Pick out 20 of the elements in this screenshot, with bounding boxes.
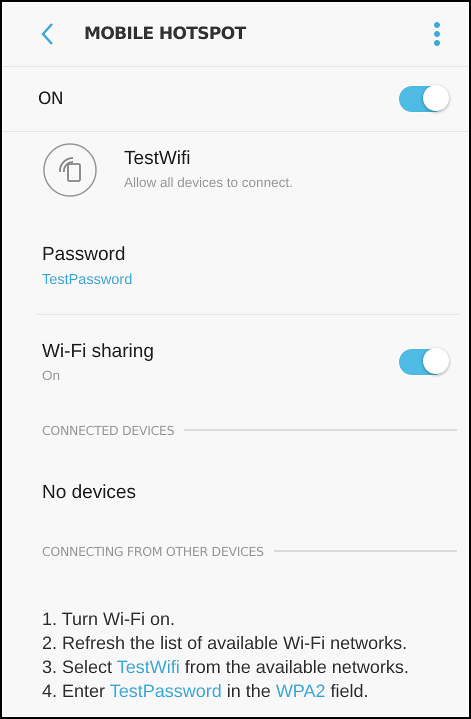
wifi-sharing-switch[interactable] bbox=[399, 349, 447, 375]
instruction-step: 1. Turn Wi-Fi on. bbox=[42, 607, 469, 631]
password-value: TestPassword bbox=[42, 272, 134, 288]
network-subtitle: Allow all devices to connect. bbox=[124, 175, 293, 190]
section-heading: CONNECTING FROM OTHER DEVICES bbox=[42, 544, 264, 558]
network-name: TestWifi bbox=[124, 148, 192, 170]
screen-title: MOBILE HOTSPOT bbox=[84, 24, 248, 44]
wifi-sharing-label: Wi-Fi sharing bbox=[42, 341, 154, 363]
master-switch[interactable] bbox=[399, 86, 447, 112]
instruction-step: 2. Refresh the list of available Wi-Fi networks. bbox=[42, 631, 469, 655]
instruction-step: 4. Enter TestPassword in the WPA2 field. bbox=[42, 679, 469, 703]
password-label: Password bbox=[42, 244, 126, 266]
hotspot-icon bbox=[42, 142, 98, 198]
no-devices-text: No devices bbox=[42, 482, 136, 504]
more-options-icon[interactable] bbox=[433, 21, 441, 47]
wifi-sharing-status: On bbox=[42, 368, 62, 383]
master-switch-label: ON bbox=[38, 89, 64, 109]
instruction-step: 3. Select TestWifi from the available networks. bbox=[42, 655, 469, 679]
section-heading: CONNECTED DEVICES bbox=[42, 422, 174, 438]
back-icon[interactable] bbox=[40, 22, 54, 46]
